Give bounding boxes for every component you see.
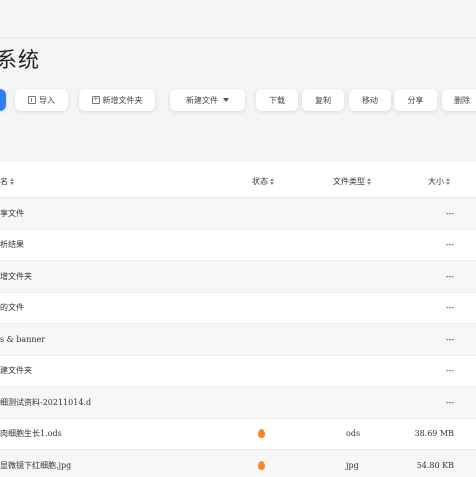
sort-icon [10,178,14,185]
file-size: --- [445,334,454,344]
new-folder-button[interactable]: 新增文件夹 [79,89,155,111]
table-row[interactable]: 建文件夹 --- [0,355,476,387]
file-type: jpg [346,460,359,470]
download-button[interactable]: 下载 [256,89,298,111]
file-name[interactable]: s & banner [0,324,45,355]
table-row[interactable]: s & banner --- [0,324,476,356]
import-label: 导入 [39,95,55,105]
size-header-label: 大小 [428,177,444,186]
file-size: 38.69 MB [414,429,454,439]
file-status [258,419,265,450]
share-label: 分享 [407,95,424,105]
sort-icon [270,178,274,185]
page-title: 系统 [0,48,40,72]
name-column-header[interactable]: 名 [0,176,14,187]
fire-icon [258,460,265,470]
share-button[interactable]: 分享 [394,89,437,111]
new-file-button[interactable]: 新建文件 [170,89,245,111]
file-name[interactable]: 增文件夹 [0,261,32,292]
import-icon [28,96,36,104]
file-size: --- [445,366,454,376]
table-row[interactable]: 析结果 --- [0,229,476,261]
file-size: --- [445,240,454,250]
file-name[interactable]: 析结果 [0,230,24,261]
page-header [0,0,476,162]
type-column-header[interactable]: 文件类型 [333,176,371,187]
top-divider [0,37,476,38]
copy-label: 复制 [315,95,331,105]
file-name[interactable]: 建文件夹 [0,356,32,387]
chevron-down-icon [223,98,229,102]
file-name[interactable]: 肉细胞生长1.ods [0,419,62,450]
move-label: 移动 [362,95,378,105]
file-name[interactable]: 享文件 [0,198,24,229]
delete-button[interactable]: 删除 [442,89,476,111]
table-row[interactable]: 肉细胞生长1.ods ods 38.69 MB [0,418,476,450]
table-row[interactable]: 增文件夹 --- [0,261,476,293]
status-column-header[interactable]: 状态 [252,176,274,187]
file-name[interactable]: 显微镜下红细胞.jpg [0,450,71,477]
add-folder-icon [91,94,100,104]
table-row[interactable]: 显微镜下红细胞.jpg jpg 54.80 KB [0,450,476,477]
sort-icon [446,178,450,185]
file-size: --- [445,303,454,313]
size-column-header[interactable]: 大小 [428,176,450,187]
table-header: 名 状态 文件类型 大小 [0,162,476,198]
file-status [258,450,265,477]
new-folder-label: 新增文件夹 [102,95,143,105]
upload-button[interactable] [0,89,6,111]
file-type: ods [346,429,361,439]
table-row[interactable]: 的文件 --- [0,292,476,324]
import-button[interactable]: 导入 [15,89,68,111]
download-label: 下载 [269,95,285,105]
status-header-label: 状态 [252,177,268,186]
type-header-label: 文件类型 [333,177,365,186]
file-size: --- [445,397,454,407]
file-size: --- [445,208,454,218]
file-name[interactable]: 的文件 [0,293,24,324]
new-file-label: 新建文件 [186,95,218,105]
fire-icon [258,429,265,439]
sort-icon [367,178,371,185]
delete-label: 删除 [454,95,470,105]
move-button[interactable]: 移动 [349,89,391,111]
file-size: 54.80 KB [416,460,454,470]
copy-button[interactable]: 复制 [302,89,344,111]
name-header-label: 名 [0,177,8,186]
table-row[interactable]: 细测试资料-20211014.d --- [0,387,476,419]
file-name[interactable]: 细测试资料-20211014.d [0,387,91,418]
table-row[interactable]: 享文件 --- [0,198,476,230]
file-size: --- [445,271,454,281]
